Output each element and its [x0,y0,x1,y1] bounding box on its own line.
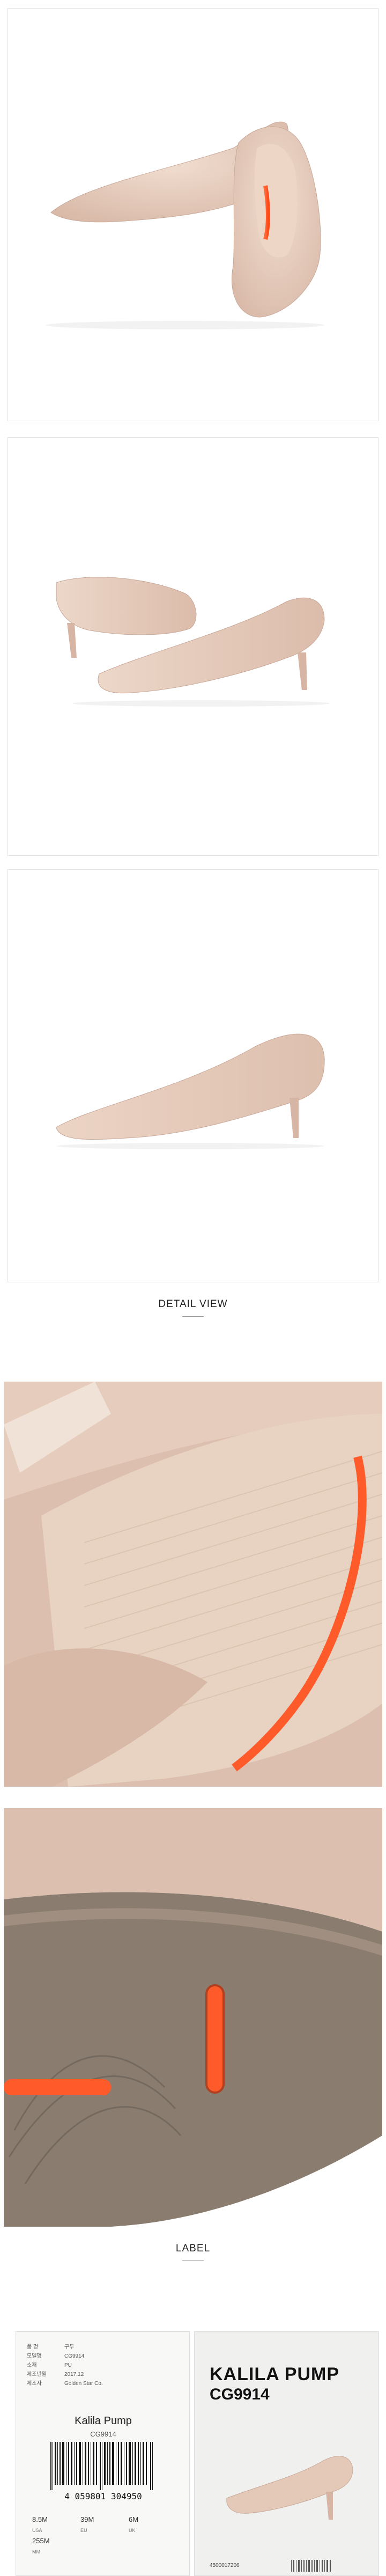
box-label-upc: 4500017206 [210,2563,240,2568]
label-row: 제조자 Golden Star Co. [27,2381,103,2387]
box-label-code: CG9914 [210,2386,270,2403]
label-product-code: CG9914 [90,2430,116,2438]
label-photo: 품 명 구두 모델명 CG9914 소재 PU 제조년월 2017.12 제조자 Gold… [4,2331,382,2576]
label-product-name: Kalila Pump [75,2415,132,2427]
barcode-bars [50,2442,153,2490]
size-usa: 8.5M [32,2515,48,2523]
size-uk: 6M [129,2515,139,2523]
box-label-shoe-image [226,2456,353,2520]
label-row: 모델명 CG9914 [27,2353,85,2359]
label-divider [182,2260,204,2261]
product-photo-1 [8,8,378,421]
detail-photo-outsole [4,1808,382,2227]
product-photo-3 [8,869,378,1282]
box-label-card: KALILA PUMP CG9914 4500017206 [194,2331,379,2576]
detail-view-heading: DETAIL VIEW [158,1298,228,1310]
label-row: 소재 PU [27,2362,72,2368]
barcode-number: 4 059801 304950 [64,2491,142,2501]
size-table: 8.5M 39M 6M USA EU UK 255M MM [32,2514,177,2557]
size-mm: 255M [32,2537,50,2545]
label-heading: LABEL [175,2243,211,2254]
box-label-barcode [291,2560,331,2572]
barcode: 4 059801 304950 [48,2442,158,2501]
detail-view-divider [182,1316,204,1317]
box-label-name: KALILA PUMP [210,2364,340,2384]
label-row: 제조년월 2017.12 [27,2372,84,2377]
size-label-card: 품 명 구두 모델명 CG9914 소재 PU 제조년월 2017.12 제조자 Gold… [16,2331,190,2576]
label-row: 품 명 구두 [27,2344,75,2350]
detail-photo-insole [4,1382,382,1787]
product-photo-2 [8,437,378,856]
label-info-table: 품 명 구두 모델명 CG9914 소재 PU 제조년월 2017.12 제조자 Gold… [27,2343,103,2388]
size-eu: 39M [80,2515,94,2523]
